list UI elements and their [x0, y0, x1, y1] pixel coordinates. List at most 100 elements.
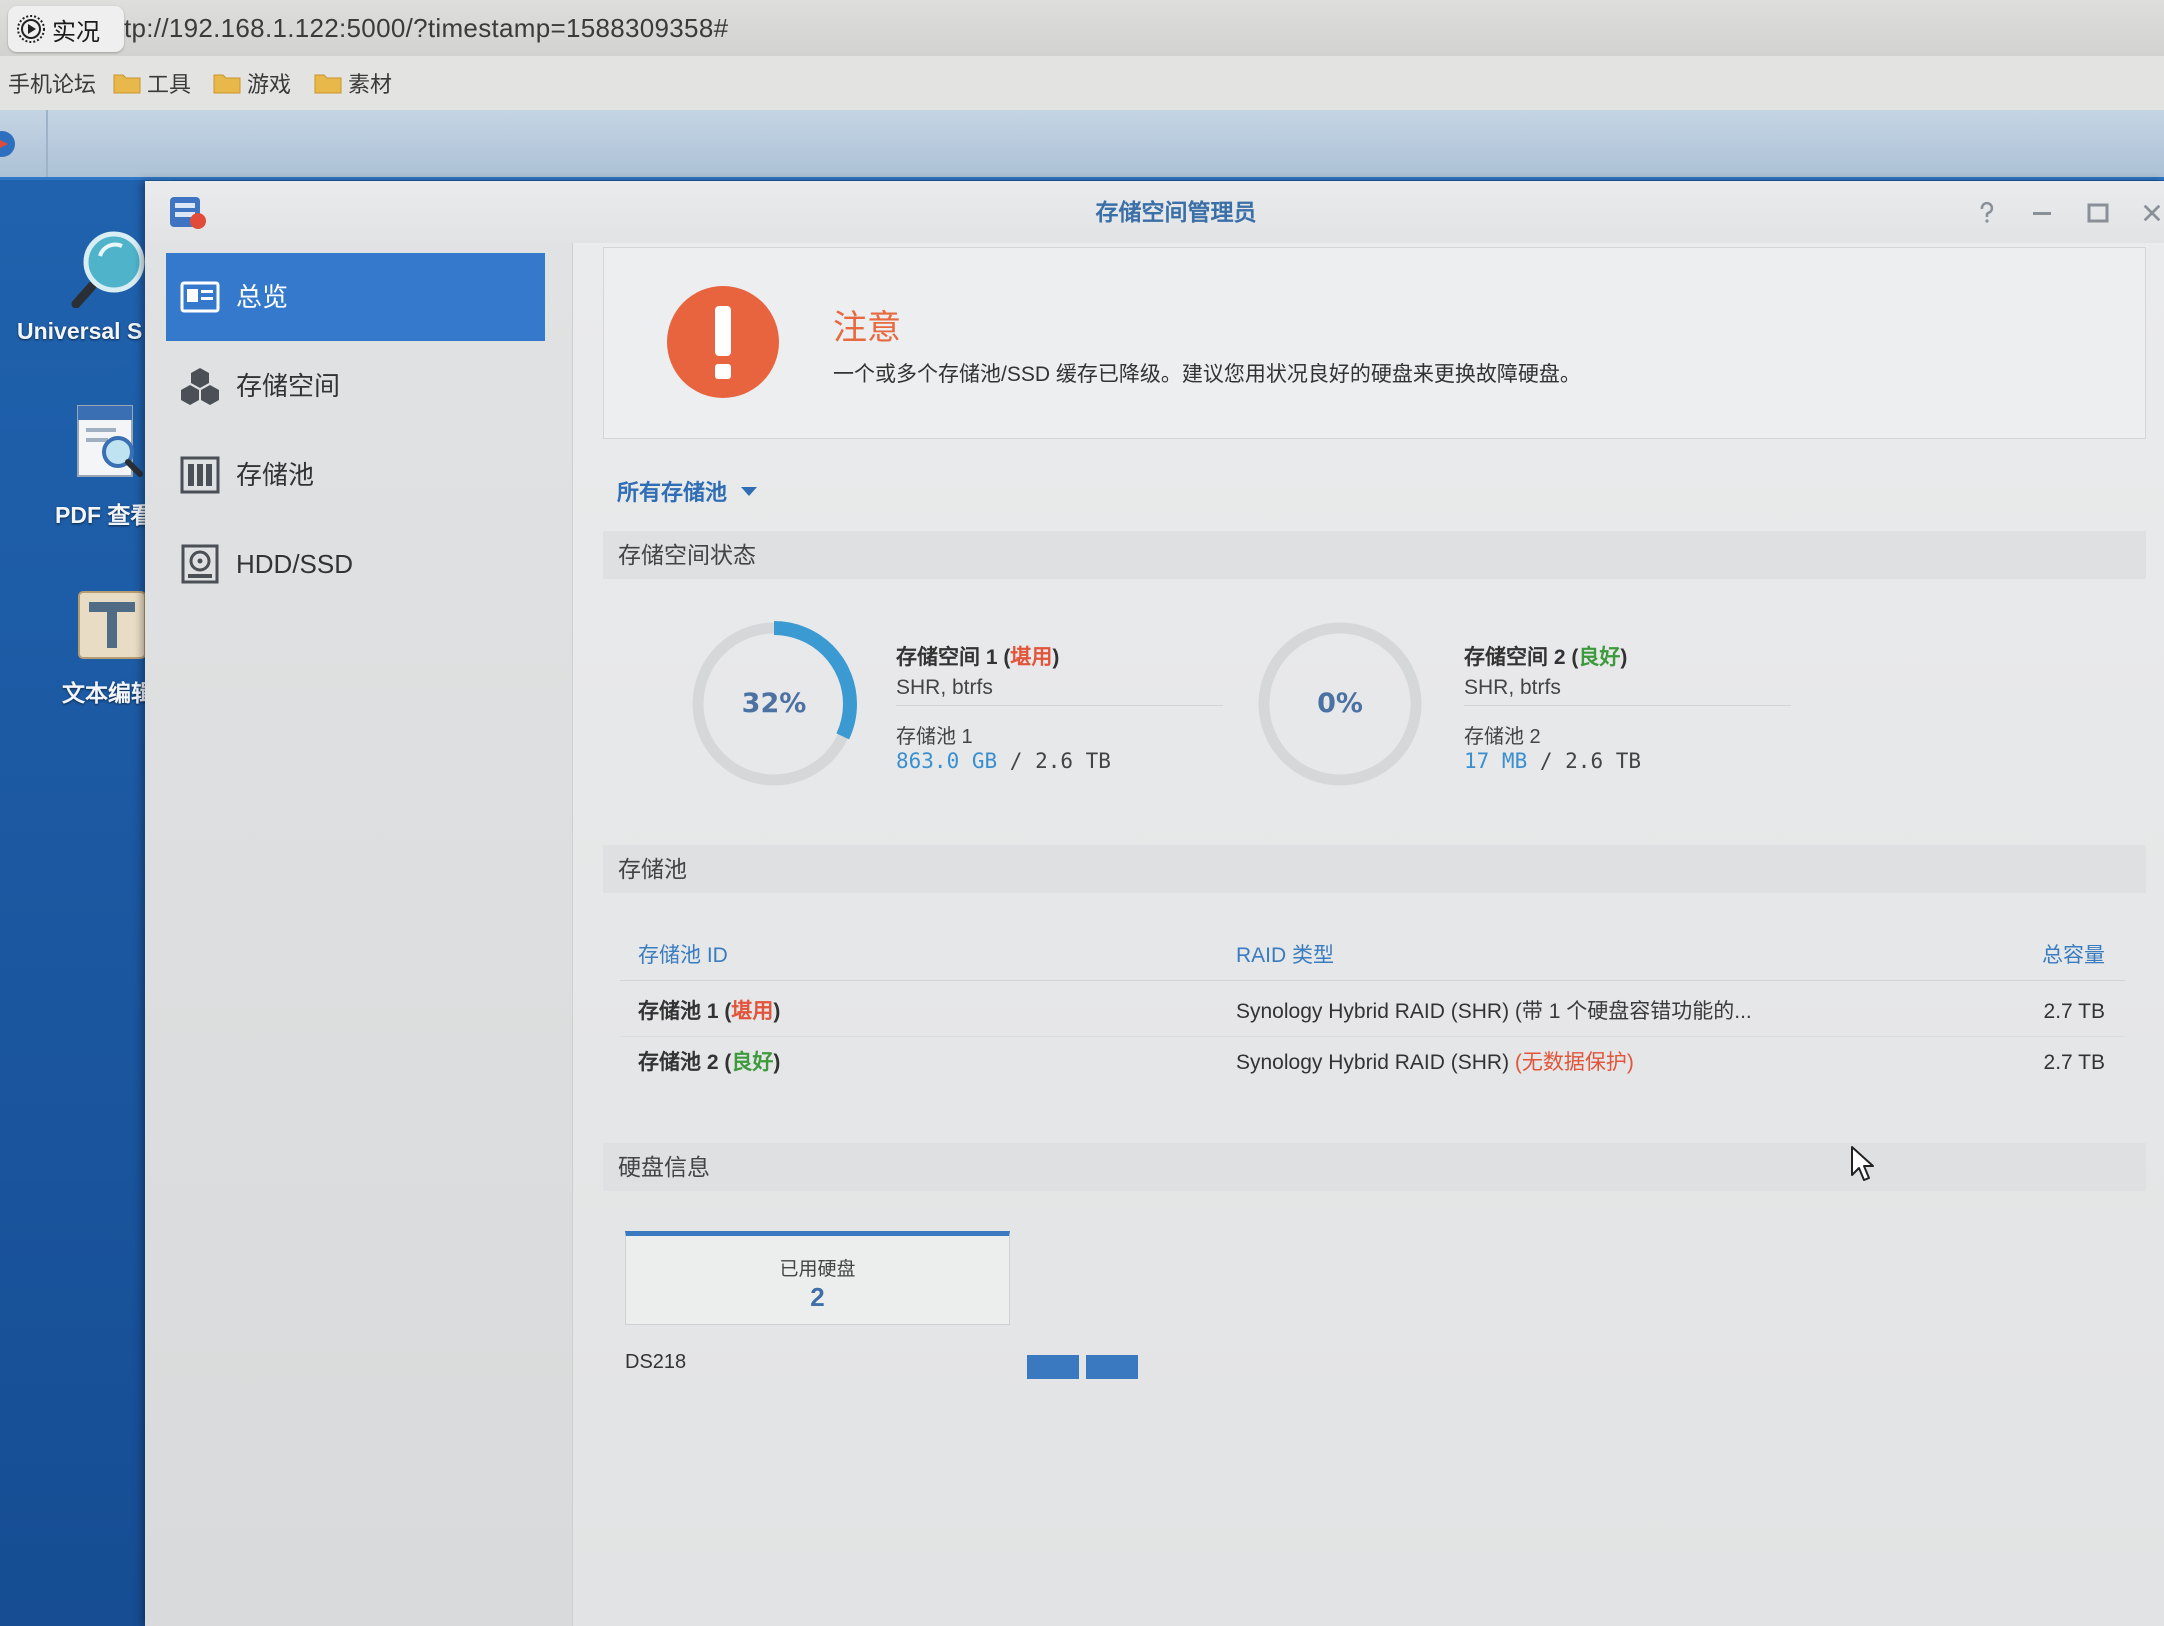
paren-close: ) — [773, 1051, 781, 1074]
nas-model: DS218 — [625, 1351, 687, 1373]
minimize-icon[interactable] — [2030, 201, 2054, 225]
raid-type: Synology Hybrid RAID (SHR) — [1236, 1051, 1515, 1074]
bookmark-games[interactable]: 游戏 — [213, 56, 291, 110]
sidebar-item-volume[interactable]: 存储空间 — [166, 342, 545, 430]
volume-raid-fs: SHR, btrfs — [1464, 676, 1561, 699]
table-row[interactable]: 存储池 2 (良好) Synology Hybrid RAID (SHR) (无… — [620, 1038, 2125, 1088]
volume-raid-fs: SHR, btrfs — [896, 676, 993, 699]
sidebar-item-storage-pool[interactable]: 存储池 — [166, 431, 545, 519]
volume-1-usage-donut: 32% — [684, 614, 864, 794]
volume-2-usage-donut: 0% — [1250, 614, 1430, 794]
bookmark-label: 游戏 — [247, 72, 292, 97]
text-editor-icon — [78, 591, 146, 659]
bookmark-label: 素材 — [348, 72, 393, 97]
dsm-main-menu-icon[interactable] — [0, 124, 16, 164]
volume-name: 存储空间 1 — [896, 646, 1004, 669]
paren-close: ) — [1052, 646, 1060, 669]
folder-icon — [213, 74, 241, 94]
capacity-cell: 2.7 TB — [2043, 1051, 2105, 1074]
raid-note: (无数据保护) — [1514, 1051, 1634, 1074]
column-header-capacity[interactable]: 总容量 — [2042, 931, 2105, 981]
taskbar-separator — [46, 110, 48, 177]
url-field[interactable]: tp://192.168.1.122:5000/?timestamp=15883… — [124, 8, 728, 48]
storage-manager-window: 存储空间管理员 总览 存储空间 存储池 HDD/SSD 注意 一个或多个存储池/… — [145, 181, 2164, 1626]
bookmark-tools[interactable]: 工具 — [113, 56, 191, 110]
live-badge-label: 实况 — [52, 18, 100, 46]
disk-bay[interactable] — [1086, 1355, 1138, 1379]
pool-filter-dropdown[interactable]: 所有存储池 — [617, 475, 758, 507]
sidebar-item-overview[interactable]: 总览 — [166, 253, 545, 341]
paren-close: ) — [1620, 646, 1628, 669]
pool-name: 存储池 2 — [638, 1051, 725, 1074]
window-title: 存储空间管理员 — [1095, 199, 1257, 225]
storage-pool-icon — [180, 456, 220, 494]
bookmark-label: 工具 — [147, 72, 192, 97]
warning-icon — [667, 286, 779, 398]
help-icon[interactable] — [1975, 201, 1999, 225]
pdf-viewer-icon — [77, 405, 143, 477]
window-titlebar[interactable]: 存储空间管理员 — [145, 181, 2164, 243]
paren-close: ) — [773, 1000, 781, 1023]
volume-name-line: 存储空间 1 (堪用) — [896, 641, 1059, 671]
disk-bays — [1027, 1355, 1138, 1379]
used-disks-card: 已用硬盘 2 — [625, 1231, 1010, 1325]
pool-status-badge: 堪用 — [731, 1000, 774, 1023]
volume-total: 2.6 TB — [1565, 749, 1642, 773]
divider — [896, 705, 1223, 706]
chevron-down-icon — [741, 486, 758, 496]
folder-icon — [314, 74, 342, 94]
pool-filter-label: 所有存储池 — [617, 480, 728, 505]
raid-type: Synology Hybrid RAID (SHR) — [1236, 1000, 1515, 1023]
usage-percent: 0% — [1317, 688, 1363, 719]
volume-status-badge: 堪用 — [1010, 646, 1053, 669]
volume-pool: 存储池 1 — [896, 726, 973, 748]
universal-search-icon — [71, 231, 145, 308]
live-photo-icon — [17, 15, 45, 43]
volume-used: 17 MB — [1464, 749, 1528, 773]
alert-title: 注意 — [833, 309, 901, 347]
volume-status-badge: 良好 — [1578, 646, 1621, 669]
sidebar-item-label: 存储空间 — [236, 371, 341, 401]
overview-icon — [180, 281, 220, 313]
pool-name-cell: 存储池 2 (良好) — [638, 1038, 780, 1088]
table-row[interactable]: 存储池 1 (堪用) Synology Hybrid RAID (SHR) (带… — [620, 987, 2125, 1037]
desktop-icon-label: PDF 查看 — [55, 502, 154, 528]
sidebar-item-hdd-ssd[interactable]: HDD/SSD — [166, 520, 545, 608]
overview-panel: 注意 一个或多个存储池/SSD 缓存已降级。建议您用状况良好的硬盘来更换故障硬盘… — [573, 243, 2164, 1626]
desktop-icon-label: 文本编辑 — [62, 680, 154, 706]
bookmark-label: 手机论坛 — [8, 72, 97, 97]
capacity-separator: / — [1527, 749, 1566, 773]
bookmarks-bar: 手机论坛 工具 游戏 素材 — [0, 56, 2164, 110]
sidebar-item-label: 存储池 — [236, 460, 315, 490]
bookmark-materials[interactable]: 素材 — [314, 56, 392, 110]
bookmark-phone-forum[interactable]: 手机论坛 — [8, 56, 96, 110]
column-header-pool-id[interactable]: 存储池 ID — [638, 931, 728, 981]
browser-address-bar: tp://192.168.1.122:5000/?timestamp=15883… — [0, 0, 2164, 56]
close-icon[interactable] — [2141, 201, 2163, 225]
sidebar-item-label: HDD/SSD — [236, 549, 354, 579]
volume-total: 2.6 TB — [1035, 749, 1111, 773]
maximize-icon[interactable] — [2086, 201, 2110, 225]
alert-message: 一个或多个存储池/SSD 缓存已降级。建议您用状况良好的硬盘来更换故障硬盘。 — [833, 363, 1581, 386]
pool-name-cell: 存储池 1 (堪用) — [638, 987, 780, 1037]
pool-status-badge: 良好 — [731, 1051, 774, 1074]
volume-capacity: 863.0 GB / 2.6 TB — [896, 749, 1111, 773]
section-header-disk-info: 硬盘信息 — [603, 1143, 2146, 1191]
capacity-separator: / — [997, 749, 1036, 773]
used-disks-count: 2 — [810, 1282, 825, 1312]
volume-name-line: 存储空间 2 (良好) — [1464, 641, 1627, 671]
folder-icon — [113, 74, 141, 94]
divider — [1464, 705, 1791, 706]
section-header-volume-status: 存储空间状态 — [603, 531, 2146, 579]
storage-manager-icon — [170, 197, 206, 229]
live-photo-badge: 实况 — [8, 6, 124, 52]
column-header-raid-type[interactable]: RAID 类型 — [1236, 931, 1334, 981]
disk-bay[interactable] — [1027, 1355, 1079, 1379]
raid-note: (带 1 个硬盘容错功能的... — [1514, 1000, 1752, 1023]
capacity-cell: 2.7 TB — [2043, 1000, 2105, 1023]
volume-name: 存储空间 2 — [1464, 646, 1572, 669]
volume-used: 863.0 GB — [896, 749, 998, 773]
mouse-cursor-icon — [1851, 1146, 1874, 1181]
volume-pool: 存储池 2 — [1464, 726, 1541, 748]
raid-type-cell: Synology Hybrid RAID (SHR) (无数据保护) — [1236, 1038, 1634, 1088]
